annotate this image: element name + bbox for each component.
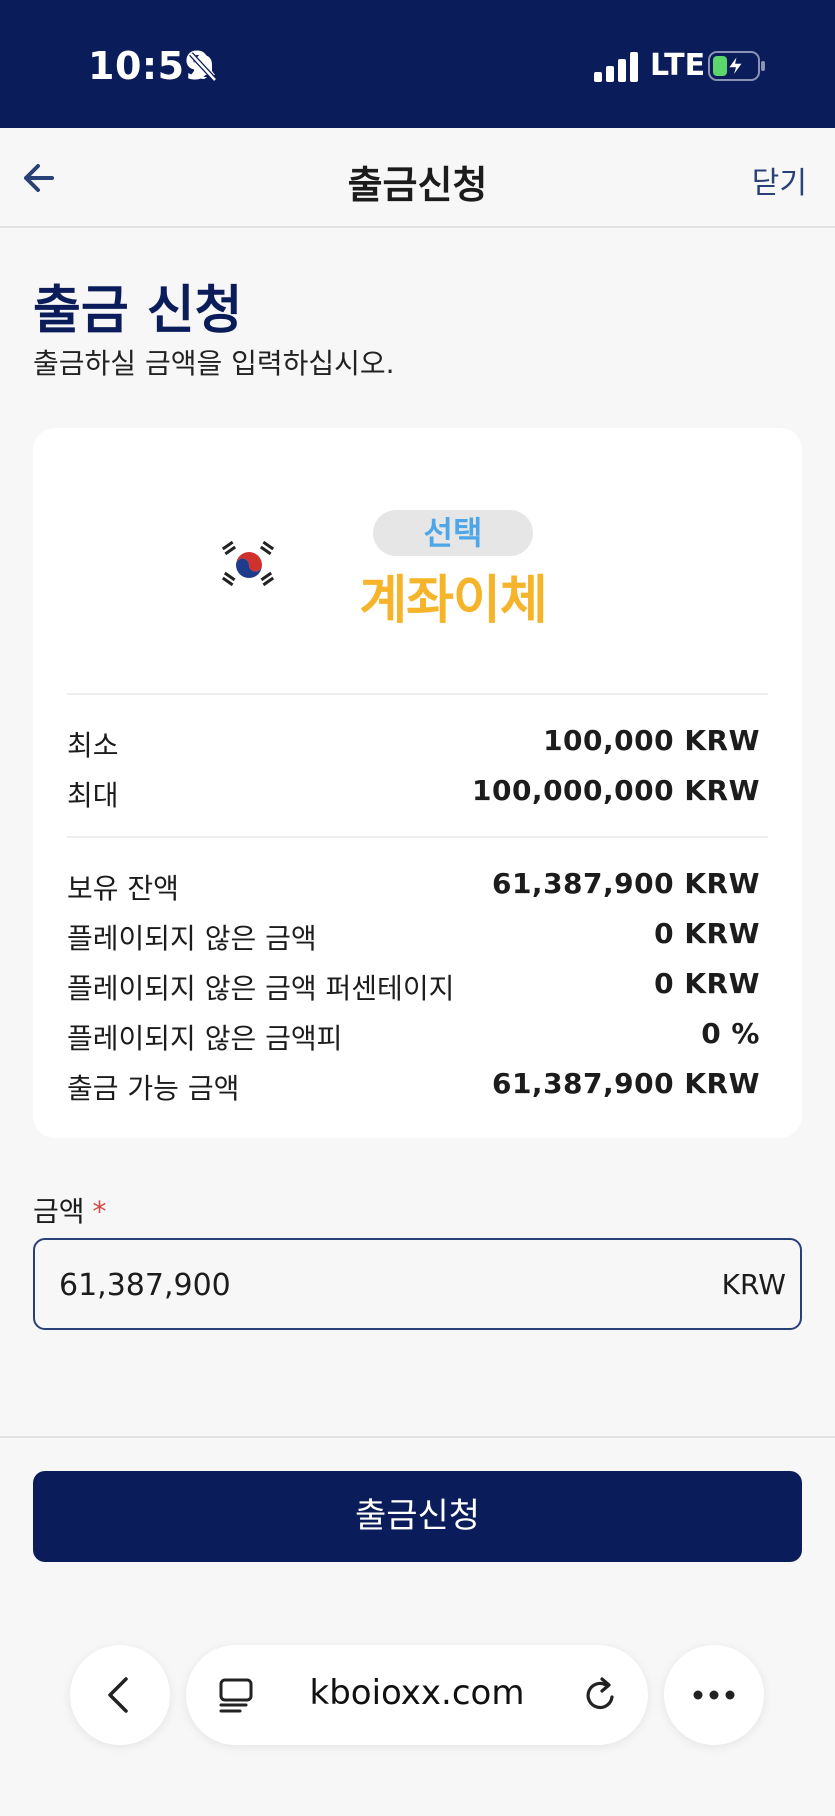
chevron-left-icon [108, 1677, 128, 1713]
bell-muted-icon [189, 52, 217, 82]
row-value: 0 KRW [654, 917, 760, 950]
row-value: 61,387,900 KRW [491, 867, 760, 900]
reload-icon[interactable] [580, 1675, 620, 1715]
limit-row-min: 최소 100,000 KRW [67, 724, 760, 764]
balance-row: 플레이되지 않은 금액 퍼센테이지 0 KRW [67, 967, 760, 1007]
url-bar[interactable]: kboioxx.com [186, 1645, 648, 1745]
balance-row: 출금 가능 금액 61,387,900 KRW [67, 1067, 760, 1107]
divider [67, 836, 768, 838]
row-value: 100,000 KRW [543, 724, 760, 757]
method-name: 계좌이체 [359, 571, 547, 631]
korea-flag-icon [216, 538, 282, 592]
amount-label-text: 금액 [33, 1195, 85, 1228]
row-label: 최소 [67, 729, 119, 762]
amount-unit: KRW [721, 1268, 786, 1301]
amount-field[interactable]: KRW [33, 1238, 802, 1330]
balance-row: 플레이되지 않은 금액피 0 % [67, 1017, 760, 1057]
submit-withdrawal-button[interactable]: 출금신청 [33, 1471, 802, 1562]
withdrawal-info-card: 선택 계좌이체 최소 100,000 KRW 최대 100,000,000 KR… [33, 428, 802, 1138]
page-subtitle: 출금하실 금액을 입력하십시오. [33, 347, 395, 380]
row-value: 0 % [701, 1017, 760, 1050]
required-mark: * [92, 1195, 107, 1228]
close-button[interactable]: 닫기 [752, 158, 807, 202]
row-value: 61,387,900 KRW [491, 1067, 760, 1100]
navigation-bar: 출금신청 닫기 [0, 128, 835, 228]
page-title: 출금 신청 [33, 281, 243, 341]
balance-row: 플레이되지 않은 금액 0 KRW [67, 917, 760, 957]
limit-row-max: 최대 100,000,000 KRW [67, 774, 760, 814]
browser-more-button[interactable] [664, 1645, 764, 1745]
nav-title: 출금신청 [347, 163, 488, 207]
browser-back-button[interactable] [70, 1645, 170, 1745]
signal-icon [594, 52, 638, 82]
row-label: 플레이되지 않은 금액 퍼센테이지 [67, 972, 455, 1005]
row-value: 100,000,000 KRW [471, 774, 760, 807]
row-label: 보유 잔액 [67, 872, 179, 905]
method-badge: 선택 [373, 510, 533, 556]
amount-input[interactable] [59, 1260, 619, 1310]
balance-row: 보유 잔액 61,387,900 KRW [67, 867, 760, 907]
row-label: 플레이되지 않은 금액피 [67, 1022, 343, 1055]
row-value: 0 KRW [654, 967, 760, 1000]
url-text[interactable]: kboioxx.com [186, 1673, 648, 1713]
row-label: 플레이되지 않은 금액 [67, 922, 317, 955]
divider [67, 693, 768, 695]
row-label: 출금 가능 금액 [67, 1072, 240, 1105]
row-label: 최대 [67, 779, 119, 812]
more-icon [693, 1690, 735, 1700]
network-type: LTE [650, 48, 706, 83]
divider [0, 1436, 835, 1438]
battery-charging-icon [708, 51, 765, 81]
status-bar: 10:59 LTE [0, 0, 835, 128]
amount-label: 금액 * [33, 1190, 107, 1230]
